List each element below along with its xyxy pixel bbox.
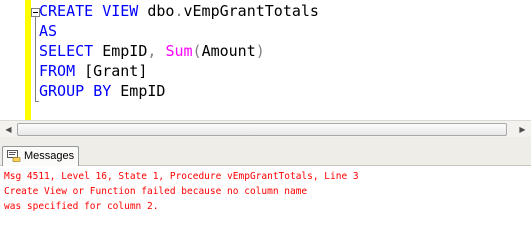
results-tab-strip: Messages [0,137,531,166]
messages-pane: Msg 4511, Level 16, State 1, Procedure v… [0,166,531,215]
sql-keyword: CREATE [39,2,94,20]
outline-line [35,17,36,102]
sql-text: EmpID [93,42,148,60]
error-message-line: Msg 4511, Level 16, State 1, Procedure v… [4,171,359,182]
sql-text: [Grant] [84,62,148,80]
code-line[interactable]: GROUP BY EmpID [39,81,319,101]
messages-icon [7,150,21,162]
code-line[interactable]: AS [39,21,319,41]
code-line[interactable]: SELECT EmpID, Sum(Amount) [39,41,319,61]
scrollbar-thumb[interactable] [17,123,507,136]
changed-lines-marker [25,0,31,120]
tab-messages[interactable]: Messages [2,146,79,166]
sql-keyword: GROUP [39,82,85,100]
query-editor[interactable]: CREATE VIEW dbo.vEmpGrantTotals AS SELECT … [0,0,531,120]
sql-keyword: SELECT [39,42,94,60]
code-line[interactable]: FROM [Grant] [39,61,319,81]
sql-operator: ) [255,42,265,60]
sql-keyword: VIEW [102,2,139,20]
horizontal-scrollbar[interactable]: ◀ ▶ [0,120,531,137]
sql-text: EmpID [111,82,166,100]
tab-messages-label: Messages [24,150,75,162]
sql-text: dbo [138,2,175,20]
code-line[interactable]: CREATE VIEW dbo.vEmpGrantTotals [39,1,319,21]
query-window: CREATE VIEW dbo.vEmpGrantTotals AS SELECT … [0,0,531,215]
sql-function: Sum [165,42,193,60]
scroll-left-button[interactable]: ◀ [0,122,17,137]
error-message-line: Create View or Function failed because n… [4,186,308,197]
sql-operator: . [174,2,184,20]
sql-operator: ( [192,42,202,60]
sql-keyword: FROM [39,62,76,80]
error-message-line: was specified for column 2. [4,201,159,212]
sql-text: vEmpGrantTotals [183,2,319,20]
editor-gutter [0,0,40,120]
scroll-right-button[interactable]: ▶ [514,122,531,137]
outline-end-tick [35,101,39,102]
sql-code[interactable]: CREATE VIEW dbo.vEmpGrantTotals AS SELECT … [39,1,319,101]
sql-text: Amount [201,42,256,60]
sql-keyword: AS [39,22,58,40]
sql-keyword: BY [93,82,112,100]
